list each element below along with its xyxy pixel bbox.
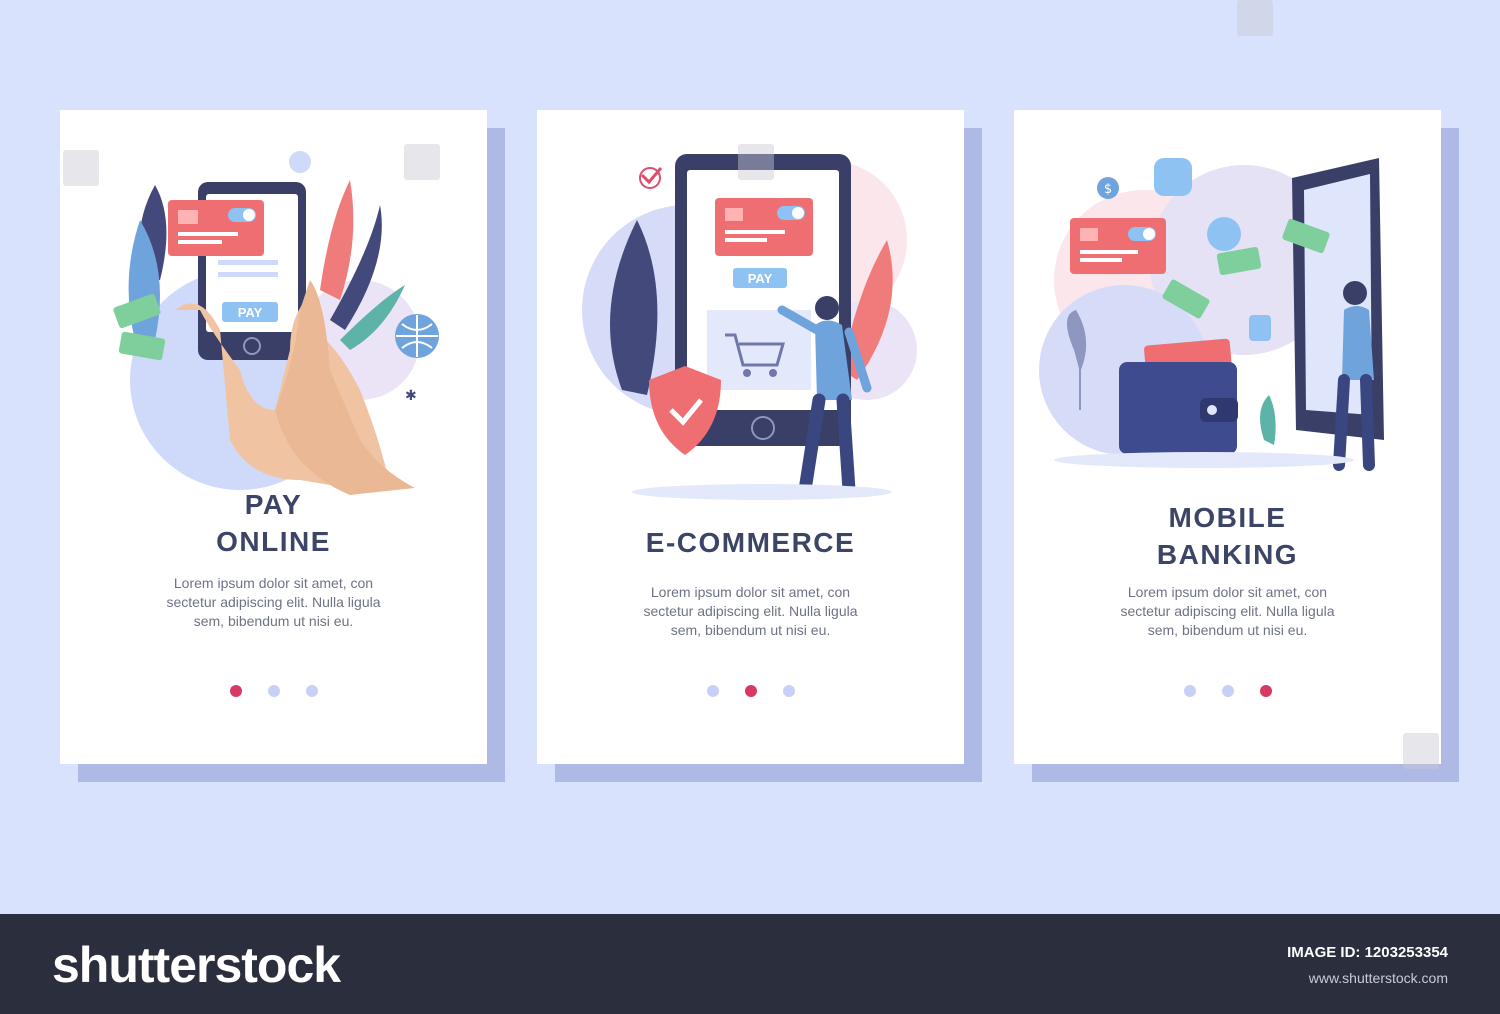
description-line: sectetur adipiscing elit. Nulla ligula xyxy=(166,594,381,610)
card-title: E-COMMERCE xyxy=(645,527,856,558)
pagination-dot-1[interactable] xyxy=(229,685,242,697)
svg-text:✱: ✱ xyxy=(405,388,417,404)
watermark-icon xyxy=(63,150,99,186)
shutterstock-logo: shutterstock xyxy=(52,937,341,993)
description-line: Lorem ipsum dolor sit amet, con xyxy=(173,575,374,591)
description-line: sem, bibendum ut nisi eu. xyxy=(1147,622,1308,638)
pagination-dot-3[interactable] xyxy=(782,685,795,697)
pay-button-label: PAY xyxy=(748,271,773,286)
description-line: sem, bibendum ut nisi eu. xyxy=(670,622,831,638)
watermark-icon xyxy=(404,144,440,180)
pagination-dots xyxy=(1014,684,1441,702)
watermark-icon xyxy=(738,144,774,180)
pagination-dots xyxy=(537,684,964,702)
card-title-line1: PAY xyxy=(244,489,303,520)
onboarding-stage: PAY ✱ PAY ONLINE Lorem ipsum dolor sit a… xyxy=(0,0,1500,914)
watermark-icon xyxy=(1237,0,1273,36)
card-description: Lorem ipsum dolor sit amet, con sectetur… xyxy=(1074,583,1381,640)
image-id: IMAGE ID: 1203253354 xyxy=(1287,944,1448,961)
card-e-commerce: PAY ✱ E-COMMERCE Lorem ipsum dolor sit a… xyxy=(537,110,982,782)
pagination-dot-1[interactable] xyxy=(1183,685,1196,697)
pagination-dot-2[interactable] xyxy=(267,685,280,697)
card-title-line2: ONLINE xyxy=(216,526,331,557)
svg-text:$: $ xyxy=(1104,182,1112,197)
description-line: Lorem ipsum dolor sit amet, con xyxy=(650,584,851,600)
svg-text:✱: ✱ xyxy=(637,343,649,359)
card-title-line2: BANKING xyxy=(1156,539,1299,570)
card: $ MOBILE BANKING Lorem ipsum dolor sit a… xyxy=(1014,110,1441,764)
description-line: Lorem ipsum dolor sit amet, con xyxy=(1127,584,1328,600)
pagination-dot-2[interactable] xyxy=(744,685,757,697)
description-line: sectetur adipiscing elit. Nulla ligula xyxy=(1120,603,1335,619)
site-url: www.shutterstock.com xyxy=(1308,970,1448,986)
description-line: sem, bibendum ut nisi eu. xyxy=(193,613,354,629)
stock-footer: shutterstock IMAGE ID: 1203253354 www.sh… xyxy=(0,914,1500,1014)
pagination-dots xyxy=(60,684,487,702)
card: PAY ✱ E-COMMERCE Lorem ipsum dolor sit a… xyxy=(537,110,964,764)
pagination-dot-1[interactable] xyxy=(706,685,719,697)
pagination-dot-3[interactable] xyxy=(1259,685,1272,697)
card: PAY ✱ PAY ONLINE Lorem ipsum dolor sit a… xyxy=(60,110,487,764)
mobile-banking-illustration: $ xyxy=(1039,158,1384,471)
card-title-line1: MOBILE xyxy=(1168,502,1287,533)
description-line: sectetur adipiscing elit. Nulla ligula xyxy=(643,603,858,619)
card-pay-online: PAY ✱ PAY ONLINE Lorem ipsum dolor sit a… xyxy=(60,110,505,782)
watermark-icon xyxy=(1403,733,1439,769)
card-mobile-banking: $ MOBILE BANKING Lorem ipsum dolor sit a… xyxy=(1014,110,1459,782)
pagination-dot-2[interactable] xyxy=(1221,685,1234,697)
pay-button-label: PAY xyxy=(238,305,263,320)
card-description: Lorem ipsum dolor sit amet, con sectetur… xyxy=(597,583,904,640)
pagination-dot-3[interactable] xyxy=(305,685,318,697)
card-description: Lorem ipsum dolor sit amet, con sectetur… xyxy=(120,574,427,631)
